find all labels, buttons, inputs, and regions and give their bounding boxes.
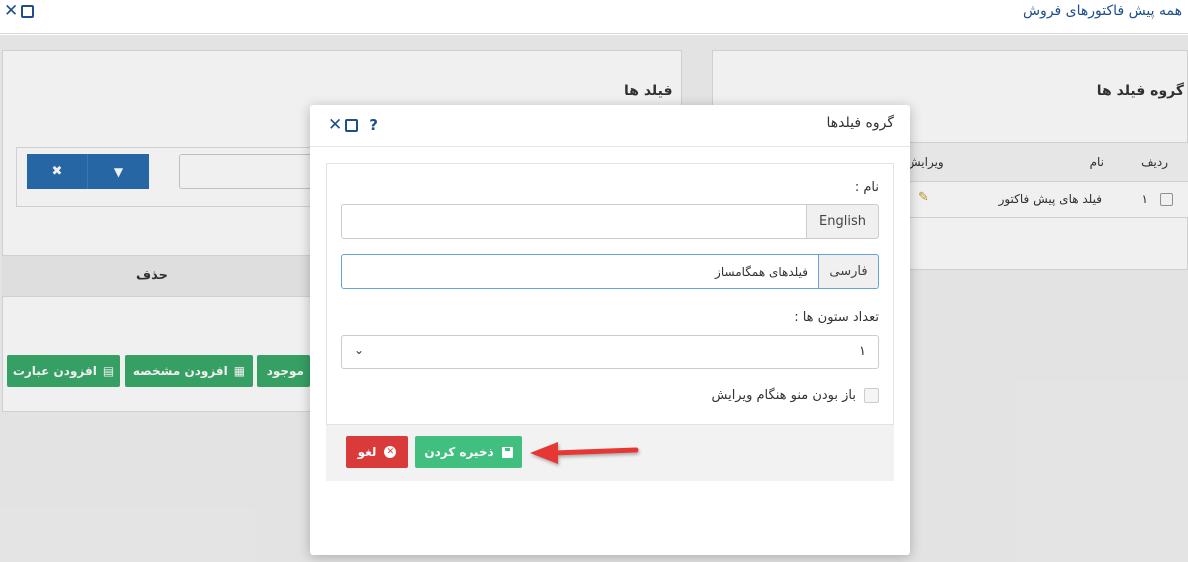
name-label: نام : [854, 180, 879, 195]
help-icon[interactable]: ? [369, 116, 378, 134]
english-name-input[interactable] [341, 204, 807, 239]
menu-open-checkbox[interactable] [864, 388, 879, 403]
dialog-header: ✕ ? گروه فیلدها [310, 105, 910, 147]
english-addon: English [807, 204, 879, 239]
columns-count-value: ۱ [859, 344, 866, 359]
save-icon [501, 446, 513, 458]
window-titlebar: ✕ همه پیش فاکتورهای فروش [0, 0, 1188, 34]
menu-open-row: باز بودن منو هنگام ویرایش [711, 388, 879, 403]
cancel-button[interactable]: ✕ لغو [346, 436, 408, 468]
dialog-close-icon[interactable]: ✕ [328, 116, 342, 134]
columns-count-label: تعداد ستون ها : [794, 310, 879, 325]
field-group-dialog: ✕ ? گروه فیلدها نام : English فارسی تعدا… [310, 105, 910, 555]
farsi-name-input[interactable] [341, 254, 819, 289]
menu-open-label: باز بودن منو هنگام ویرایش [711, 388, 857, 403]
dialog-form: نام : English فارسی تعداد ستون ها : ۱ ⌄ … [326, 163, 894, 425]
dialog-controls: ✕ ? [328, 116, 378, 134]
window-title: همه پیش فاکتورهای فروش [1022, 3, 1182, 19]
farsi-name-group: فارسی [341, 254, 879, 289]
save-button[interactable]: ذخیره کردن [415, 436, 522, 468]
window-controls: ✕ [4, 3, 35, 20]
maximize-icon[interactable] [21, 5, 35, 18]
dialog-maximize-icon[interactable] [345, 118, 359, 132]
chevron-down-icon: ⌄ [354, 343, 365, 357]
annotation-arrow [530, 442, 639, 464]
dialog-title: گروه فیلدها [826, 115, 894, 131]
farsi-addon: فارسی [819, 254, 879, 289]
cancel-icon: ✕ [384, 446, 397, 458]
columns-count-select[interactable]: ۱ ⌄ [341, 335, 879, 369]
english-name-group: English [341, 204, 879, 239]
close-icon[interactable]: ✕ [4, 3, 18, 20]
